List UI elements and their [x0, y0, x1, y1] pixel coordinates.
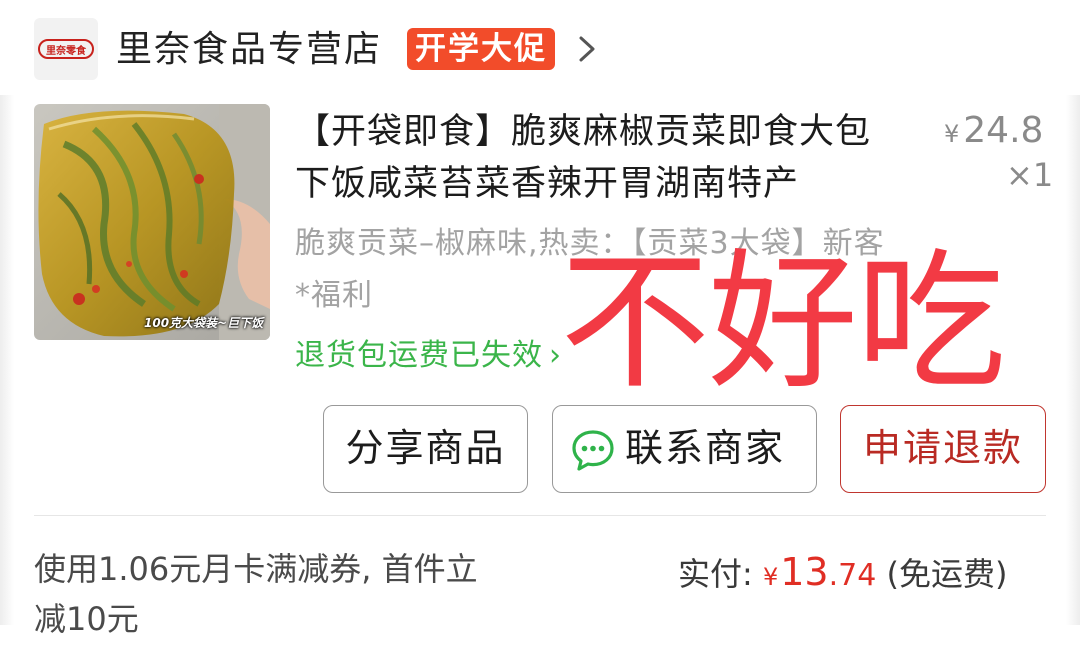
- product-photo: [34, 104, 270, 340]
- price-value: 24.8: [963, 110, 1044, 151]
- product-title[interactable]: 【开袋即食】脆爽麻椒贡菜即食大包下饭咸菜苔菜香辣开胃湖南特产: [295, 106, 905, 210]
- store-logo-text: 里奈零食: [38, 39, 94, 59]
- chat-bubble-icon: [572, 430, 614, 471]
- paid-decimal: .74: [828, 558, 877, 593]
- return-shipping-status[interactable]: 退货包运费已失效 ›: [295, 330, 562, 382]
- store-logo[interactable]: 里奈零食: [34, 18, 98, 80]
- shipping-note: (免运费): [886, 555, 1008, 593]
- coupon-info: 使用1.06元月卡满减券, 首件立减10元: [34, 550, 478, 638]
- paid-integer: 13: [780, 550, 829, 594]
- request-refund-button[interactable]: 申请退款: [840, 405, 1046, 493]
- share-product-button[interactable]: 分享商品: [323, 405, 528, 493]
- price-currency: ¥: [944, 120, 960, 148]
- promo-badge: 开学大促: [407, 28, 555, 70]
- product-quantity: ×1: [1006, 156, 1054, 194]
- paid-amount: ¥13.74: [762, 550, 877, 594]
- store-header[interactable]: 里奈零食 里奈食品专营店 开学大促: [0, 0, 1080, 95]
- product-price: ¥24.8: [944, 110, 1043, 151]
- paid-label: 实付:: [678, 555, 753, 593]
- contact-seller-button[interactable]: 联系商家: [552, 405, 817, 493]
- handwritten-annotation: 不好吃: [560, 236, 1006, 410]
- chevron-right-icon[interactable]: [576, 34, 598, 64]
- product-image[interactable]: 100克大袋装~巨下饭: [34, 104, 270, 340]
- contact-seller-label: 联系商家: [625, 426, 786, 470]
- return-status-text: 退货包运费已失效: [295, 338, 543, 373]
- paid-summary: 实付: ¥13.74 (免运费): [678, 546, 1007, 603]
- paid-currency: ¥: [762, 563, 779, 591]
- divider: [34, 515, 1046, 516]
- card-edge-right: [1066, 95, 1080, 625]
- store-name[interactable]: 里奈食品专营店: [116, 26, 382, 74]
- card-edge-left: [0, 95, 14, 625]
- product-image-caption: 100克大袋装~巨下饭: [144, 316, 264, 330]
